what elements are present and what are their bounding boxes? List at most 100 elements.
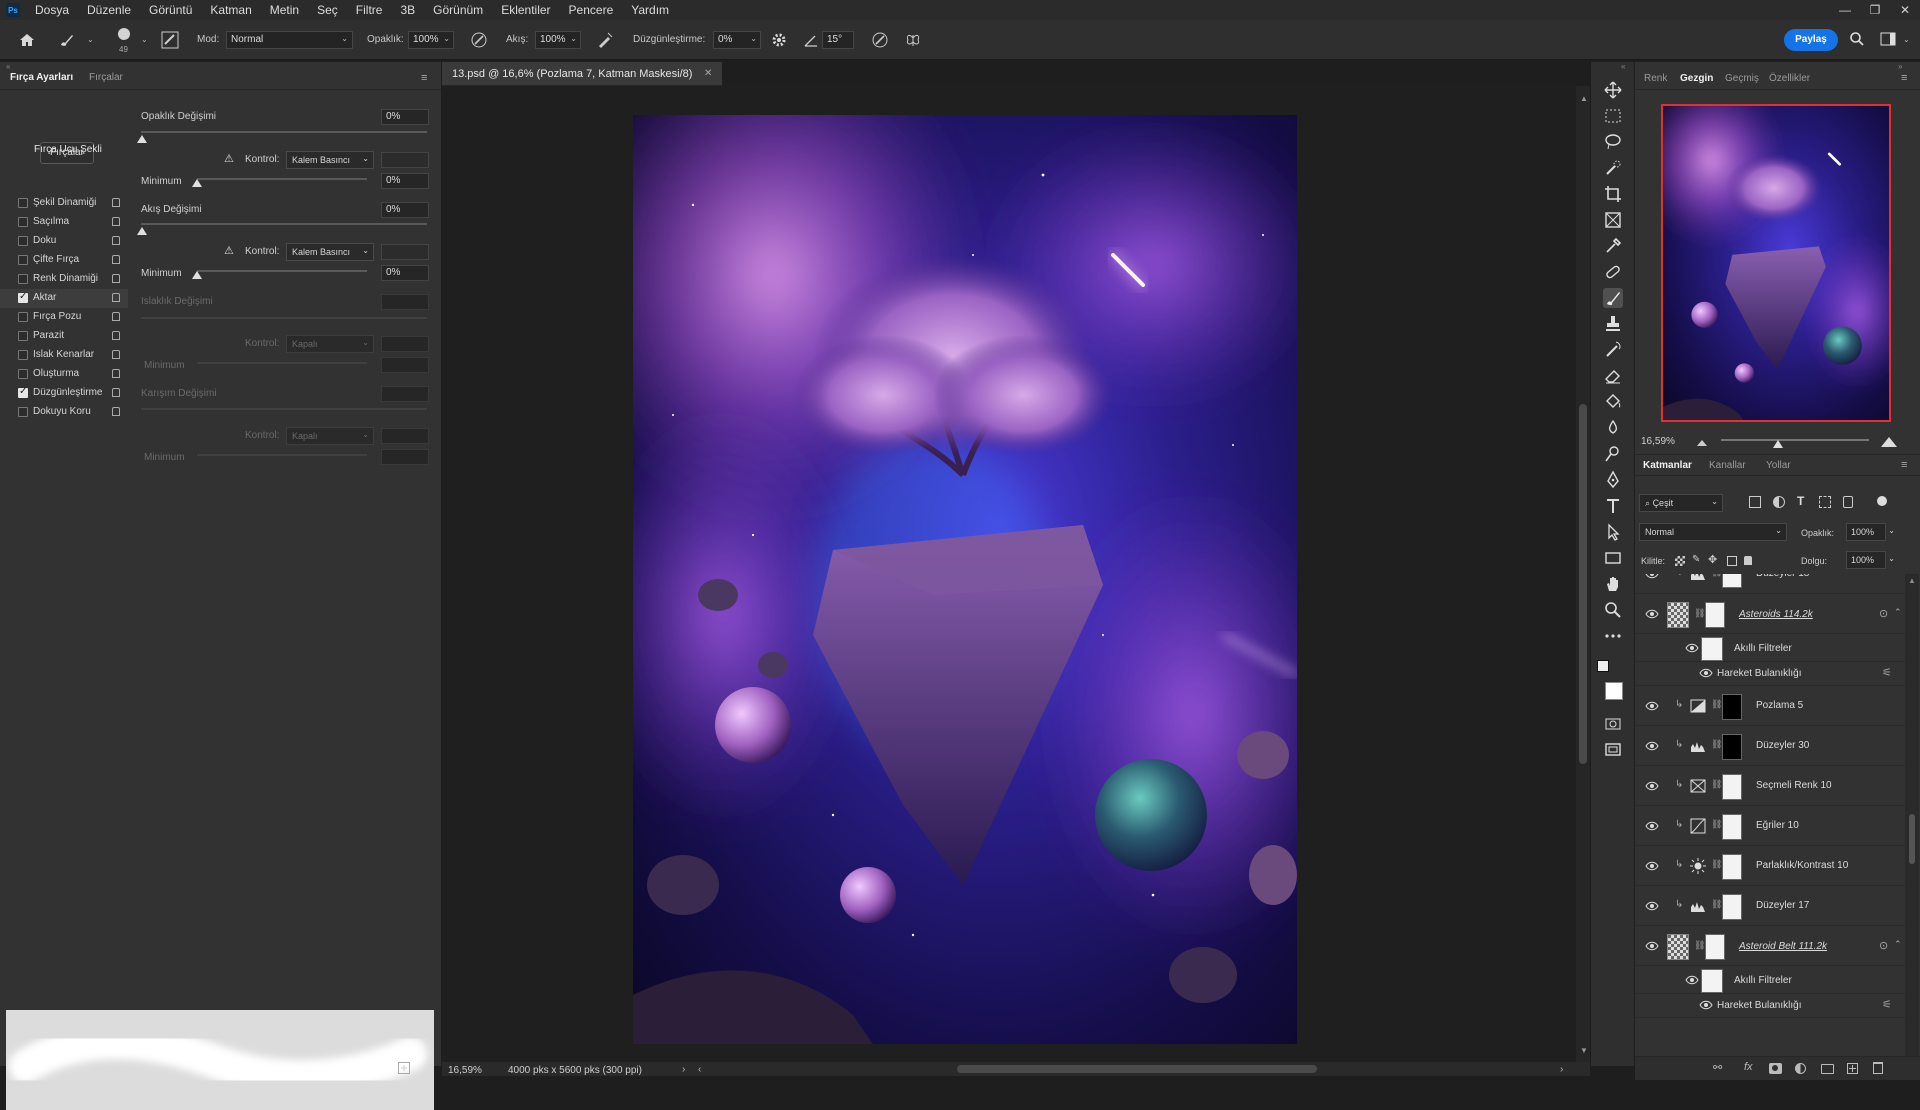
pressure-size-icon[interactable] [871, 31, 889, 49]
link-chain-icon[interactable]: ⛓ [1711, 739, 1722, 750]
eye-visibility-icon[interactable] [1645, 781, 1659, 791]
link-chain-icon[interactable]: ⛓ [1711, 859, 1722, 870]
brush-option-checkbox[interactable] [18, 198, 28, 208]
flow-minimum-field[interactable]: 0% [381, 265, 429, 281]
blur-tool-icon[interactable] [1603, 418, 1623, 438]
pressure-opacity-icon[interactable] [470, 31, 488, 49]
lock-icon[interactable] [112, 274, 120, 283]
brush-option-item[interactable]: Dokuyu Koru [0, 403, 128, 422]
smoothing-field[interactable]: 0% ⌄ [713, 31, 761, 49]
home-icon[interactable] [18, 31, 36, 49]
lock-icon[interactable] [112, 331, 120, 340]
lock-artboard-icon[interactable] [1727, 556, 1737, 566]
opacity-minimum-field[interactable]: 0% [381, 173, 429, 189]
path-selection-tool-icon[interactable] [1603, 522, 1623, 542]
scroll-up-icon[interactable]: ▲ [1908, 576, 1916, 585]
flow-minimum-slider-thumb[interactable] [192, 271, 202, 279]
layer-mask-thumbnail[interactable] [1705, 934, 1725, 960]
pen-tool-icon[interactable] [1603, 470, 1623, 490]
brush-option-checkbox[interactable] [18, 331, 28, 341]
zoom-out-mountain-icon[interactable] [1697, 438, 1707, 446]
dodge-tool-icon[interactable] [1603, 444, 1623, 464]
layers-list[interactable]: ↳ ⛓ Düzeyler 18 ⛓ Asteroids 114.2k ⊙ ⌃ Akıllı F… [1635, 574, 1920, 1056]
scroll-left-icon[interactable]: ‹ [698, 1064, 701, 1075]
opacity-minimum-slider[interactable] [197, 178, 367, 180]
lock-icon[interactable] [112, 255, 120, 264]
eye-visibility-icon[interactable] [1645, 701, 1659, 711]
clone-stamp-tool-icon[interactable] [1603, 314, 1623, 334]
flow-field[interactable]: 100% ⌄ [535, 31, 581, 49]
paint-bucket-tool-icon[interactable] [1603, 392, 1623, 412]
layer-opacity-field[interactable]: 100% ⌄ [1846, 523, 1895, 541]
crop-tool-icon[interactable] [1603, 184, 1623, 204]
link-chain-icon[interactable]: ⛓ [1711, 779, 1722, 790]
smart-object-layer-row[interactable]: ⛓ Asteroids 114.2k ⊙ ⌃ [1635, 594, 1905, 634]
airbrush-icon[interactable] [596, 31, 614, 49]
link-chain-icon[interactable]: ⛓ [1711, 899, 1722, 910]
eye-visibility-icon[interactable] [1645, 941, 1659, 951]
tab-channels[interactable]: Kanallar [1709, 460, 1746, 471]
adjustment-layer-row[interactable]: ↳ ⛓ Düzeyler 17 [1635, 886, 1905, 926]
brush-option-item[interactable]: Çifte Fırça [0, 251, 128, 270]
minimize-icon[interactable]: — [1830, 0, 1860, 20]
adjustment-layer-row[interactable]: ↳ ⛓ Parlaklık/Kontrast 10 [1635, 846, 1905, 886]
brush-option-checkbox[interactable] [18, 274, 28, 284]
brightness-contrast-adjustment-icon[interactable] [1690, 858, 1706, 874]
filter-adjustment-icon[interactable] [1773, 496, 1785, 508]
new-adjustment-layer-icon[interactable] [1795, 1063, 1806, 1074]
eye-visibility-icon[interactable] [1645, 574, 1659, 579]
filter-options-icon[interactable]: ⚟ [1882, 998, 1892, 1011]
exposure-adjustment-icon[interactable] [1690, 698, 1706, 714]
navigator-thumbnail[interactable] [1661, 104, 1891, 422]
smart-filters-row[interactable]: Akıllı Filtreler [1635, 966, 1905, 994]
eye-visibility-icon[interactable] [1685, 643, 1699, 653]
flow-jitter-slider-thumb[interactable] [137, 227, 147, 235]
foreground-color-swatch[interactable] [1605, 682, 1623, 700]
brush-option-item[interactable]: Saçılma [0, 213, 128, 232]
filter-options-icon[interactable]: ⚟ [1882, 666, 1892, 679]
lock-icon[interactable] [112, 369, 120, 378]
close-icon[interactable]: ✕ [1890, 0, 1920, 20]
lock-all-icon[interactable] [1744, 556, 1752, 565]
brush-panel-toggle-icon[interactable] [161, 31, 179, 49]
menu-type[interactable]: Metin [261, 0, 308, 20]
menu-filter[interactable]: Filtre [347, 0, 392, 20]
brush-option-checkbox[interactable] [18, 369, 28, 379]
tab-navigator[interactable]: Gezgin [1680, 73, 1713, 84]
rectangle-tool-icon[interactable] [1603, 548, 1623, 568]
lock-icon[interactable] [112, 312, 120, 321]
blend-mode-select[interactable]: Normal ⌄ [1639, 523, 1787, 541]
tab-color[interactable]: Renk [1644, 73, 1667, 84]
add-mask-icon[interactable] [1769, 1063, 1782, 1074]
smart-filter-mask[interactable] [1701, 637, 1723, 661]
menu-3d[interactable]: 3B [391, 0, 424, 20]
layer-mask-thumbnail[interactable] [1705, 602, 1725, 628]
eraser-tool-icon[interactable] [1603, 366, 1623, 386]
layer-mask-thumbnail[interactable] [1722, 894, 1742, 920]
layer-mask-thumbnail[interactable] [1722, 734, 1742, 760]
lock-pixels-brush-icon[interactable]: ✎ [1692, 554, 1700, 565]
eye-visibility-icon[interactable] [1645, 741, 1659, 751]
tab-brushes[interactable]: Fırçalar [89, 72, 123, 83]
brush-tool-icon[interactable] [58, 32, 74, 48]
link-layers-icon[interactable]: ⚯ [1713, 1061, 1722, 1074]
layers-scroll-thumb[interactable] [1909, 814, 1915, 864]
curves-adjustment-icon[interactable] [1690, 818, 1706, 834]
filter-effect-row[interactable]: Hareket Bulanıklığı ⚟ [1635, 662, 1905, 686]
levels-adjustment-icon[interactable] [1690, 574, 1706, 582]
navigator-zoom-value[interactable]: 16,59% [1641, 436, 1675, 447]
adjustment-layer-row[interactable]: ↳ ⛓ Seçmeli Renk 10 [1635, 766, 1905, 806]
brush-option-item[interactable]: Doku [0, 232, 128, 251]
lock-icon[interactable] [112, 293, 120, 302]
smart-object-layer-row[interactable]: ⛓ Asteroid Belt 111.2k ⊙ ⌃ [1635, 926, 1905, 966]
link-chain-icon[interactable]: ⛓ [1711, 574, 1722, 578]
tab-paths[interactable]: Yollar [1766, 460, 1791, 471]
brush-preset-icon[interactable] [116, 26, 132, 42]
flow-minimum-slider[interactable] [197, 270, 367, 272]
marquee-tool-icon[interactable] [1603, 106, 1623, 126]
smart-object-thumbnail[interactable] [1667, 934, 1689, 960]
zoom-tool-icon[interactable] [1603, 600, 1623, 620]
brush-option-checkbox[interactable] [18, 312, 28, 322]
panel-menu-icon[interactable]: ≡ [1901, 72, 1907, 84]
brush-option-checkbox[interactable] [18, 255, 28, 265]
